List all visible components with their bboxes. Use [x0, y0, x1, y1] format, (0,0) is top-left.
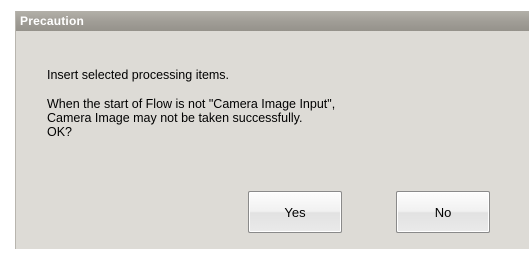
precaution-dialog: Precaution Insert selected processing it… — [15, 11, 529, 249]
message-line-camera-image: Camera Image may not be taken successful… — [47, 111, 303, 125]
yes-button[interactable]: Yes — [248, 191, 342, 233]
dialog-title: Precaution — [16, 11, 529, 31]
message-line-insert: Insert selected processing items. — [47, 68, 230, 82]
message-line-flow-start: When the start of Flow is not "Camera Im… — [47, 97, 336, 111]
message-line-confirm: OK? — [47, 125, 73, 139]
no-button[interactable]: No — [396, 191, 490, 233]
